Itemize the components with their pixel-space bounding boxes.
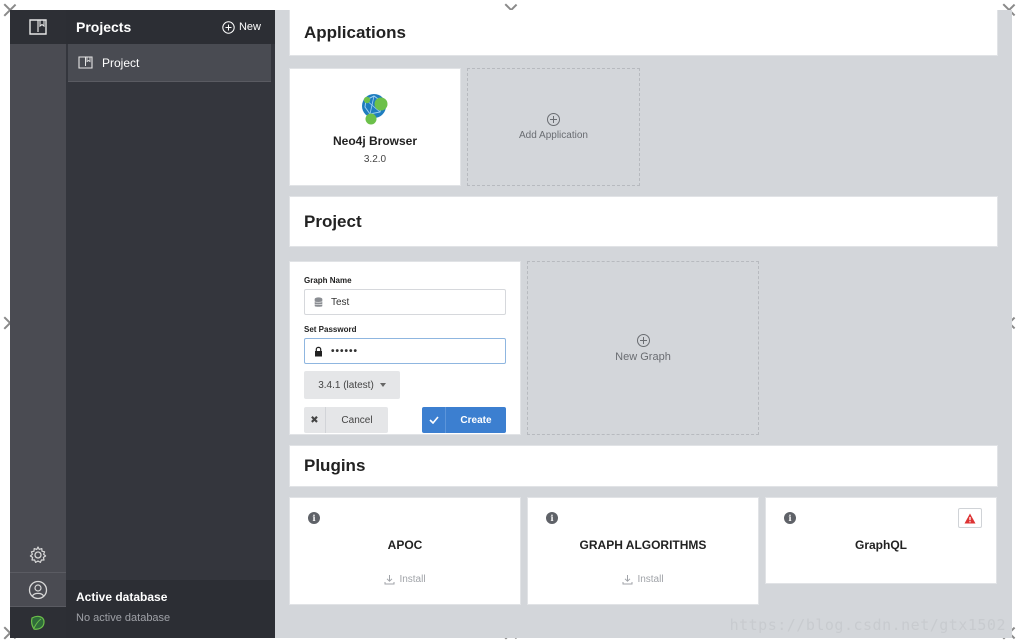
version-select-value: 3.4.1 (latest) [318,379,374,391]
info-icon[interactable]: i [546,512,558,524]
create-button[interactable]: Create [422,407,506,433]
password-value: •••••• [331,345,359,357]
install-label: Install [399,574,426,585]
form-actions: ✖ Cancel Create [304,407,506,433]
app-card-neo4j-browser[interactable]: Neo4j Browser 3.2.0 [289,68,461,186]
download-icon [384,575,395,585]
cancel-button[interactable]: ✖ Cancel [304,407,388,433]
add-application-label: Add Application [519,130,588,141]
project-header: Project [289,196,998,247]
projects-rail-button[interactable] [10,10,66,44]
plugin-card-graph-algorithms[interactable]: i GRAPH ALGORITHMS Install [527,497,759,605]
info-icon[interactable]: i [784,512,796,524]
database-icon [314,296,323,307]
plus-circle-icon [222,20,235,34]
lock-icon [315,346,322,356]
section-title: Applications [304,22,407,42]
password-label: Set Password [304,325,357,334]
new-graph-label: New Graph [615,350,671,363]
icon-rail [10,10,66,638]
plugin-name: APOC [387,538,423,552]
download-icon [622,575,633,585]
neo4j-browser-logo-icon [362,93,388,124]
check-icon [422,407,446,433]
plus-circle-icon [547,113,560,126]
sidebar-item-label: Project [102,55,140,70]
plus-circle-icon [636,333,650,347]
account-rail-button[interactable] [10,572,66,606]
section-title: Plugins [304,456,366,475]
active-database-value: No active database [76,612,171,624]
install-button[interactable]: Install [290,574,520,585]
projects-title: Projects [76,19,132,35]
warning-button[interactable] [958,508,982,528]
version-select[interactable]: 3.4.1 (latest) [304,371,400,399]
new-project-button[interactable]: New [222,20,261,34]
main-content: Applications Neo4j Browser 3.2.0 Add App… [275,10,1012,638]
plugin-name: GraphQL [854,538,907,552]
plugin-card-graphql[interactable]: i GraphQL [765,497,997,584]
book-icon [29,19,47,35]
projects-panel: Projects New Project Active database No … [66,10,275,638]
watermark-text: https://blog.csdn.net/gtx1502 [729,616,1006,634]
neo4j-leaf-icon [31,615,45,630]
section-title: Project [304,211,362,231]
graph-name-value: Test [331,296,350,308]
app-version: 3.2.0 [363,153,387,165]
database-rail-button[interactable] [10,606,66,638]
info-icon[interactable]: i [308,512,320,524]
plugin-card-apoc[interactable]: i APOC Install [289,497,521,605]
graph-name-label: Graph Name [304,276,352,285]
warning-icon [964,513,976,523]
active-database-title: Active database [76,590,168,604]
install-label: Install [637,574,664,585]
new-project-label: New [238,21,261,33]
settings-rail-button[interactable] [10,538,66,572]
password-input[interactable]: •••••• [304,338,506,364]
cancel-label: Cancel [341,414,373,426]
user-icon [28,580,48,599]
book-icon [78,56,93,69]
plugin-name: GRAPH ALGORITHMS [579,538,707,552]
projects-header: Projects New [66,10,275,44]
active-database-panel: Active database No active database [66,580,275,638]
caret-down-icon [379,383,386,387]
plugins-header: Plugins [289,445,998,487]
add-application-button[interactable]: Add Application [467,68,640,186]
app-name: Neo4j Browser [332,133,418,148]
graph-name-input[interactable]: Test [304,289,506,315]
new-graph-button[interactable]: New Graph [527,261,759,435]
applications-header: Applications [289,10,998,56]
new-graph-form: Graph Name Test Set Password •••••• 3.4.… [289,261,521,435]
gear-icon [29,546,47,563]
install-button[interactable]: Install [528,574,758,585]
sidebar-item-project[interactable]: Project [68,44,271,82]
create-label: Create [460,414,492,426]
close-icon: ✖ [304,407,326,433]
neo4j-desktop-window: Projects New Project Active database No … [10,10,1012,638]
